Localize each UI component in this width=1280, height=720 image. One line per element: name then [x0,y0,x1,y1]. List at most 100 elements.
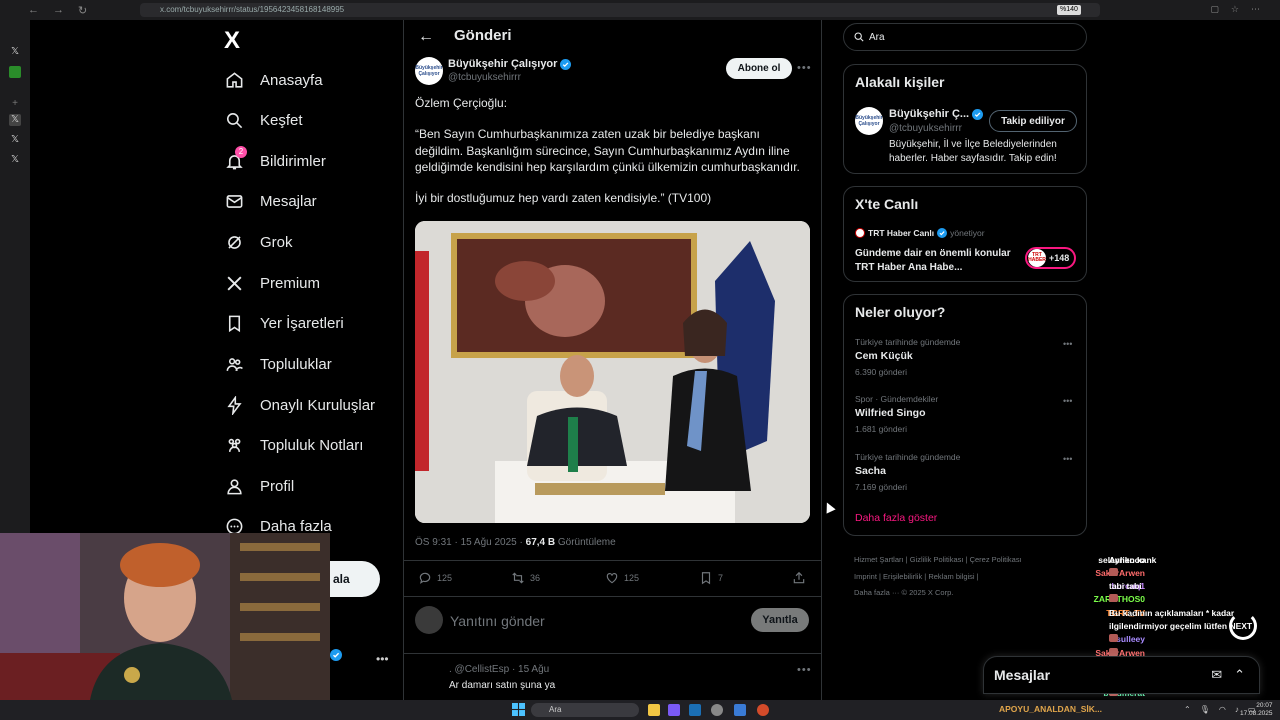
tab-x-active-icon[interactable]: 𝕏 [9,114,21,126]
related-people-card: Alakalı kişiler Büyükşehir Çalışıyor Büy… [843,64,1087,174]
windows-start-icon[interactable] [512,703,525,716]
nav-item-label: Topluluk Notları [260,436,364,454]
zoom-badge[interactable]: %140 [1057,5,1081,15]
back-icon[interactable]: ← [28,4,39,17]
mic-icon[interactable]: 🎙 [1200,705,1210,714]
share-action[interactable] [792,571,806,585]
reload-icon[interactable]: ↻ [78,4,87,17]
author-name[interactable]: Büyükşehir Çalışıyor [448,58,572,70]
account-more-icon[interactable]: ••• [376,652,389,666]
divider [404,653,821,654]
footer-line[interactable]: Hizmet Şartları | Gizlilik Politikası | … [854,552,1054,569]
show-more-link[interactable]: Daha fazla göster [855,512,937,524]
tray-chevron-icon[interactable]: ⌃ [1184,705,1191,714]
trend-name: Wilfried Singo [855,407,926,419]
related-name[interactable]: Büyükşehir Ç... [889,108,984,120]
trend-item[interactable]: Türkiye tarihinde gündemde Cem Küçük 6.390… [855,337,960,377]
nav-item-mail[interactable]: Mesajlar [224,186,317,216]
author-avatar[interactable]: Büyükşehir Çalışıyor [415,57,443,85]
chat-text: tabi tabi [1109,581,1142,591]
like-action[interactable]: 125 [605,571,639,585]
obs-icon[interactable] [711,704,723,716]
menu-icon[interactable]: ⋯ [1251,4,1260,15]
browser-icon[interactable] [757,704,769,716]
tab-x-icon[interactable]: 𝕏 [9,46,21,58]
star-icon[interactable]: ☆ [1231,4,1239,15]
card-title: Alakalı kişiler [855,74,945,90]
nav-item-communities[interactable]: Topluluklar [224,349,332,379]
loading-spinner-icon [1229,612,1257,640]
app-icon[interactable] [668,704,680,716]
volume-icon[interactable]: ♪ [1235,705,1239,714]
live-listeners-badge[interactable]: TRT HABER +148 [1025,247,1076,269]
taskbar-clock[interactable]: 20:07 17.08.2025 [1240,702,1273,718]
live-card: X'te Canlı TRT Haber Canlı yönetiyor Gün… [843,186,1087,282]
steam-icon[interactable] [689,704,701,716]
reply-submit-button[interactable]: Yanıtla [751,608,809,632]
community-notes-icon [224,435,244,455]
nav-item-bookmark[interactable]: Yer İşaretleri [224,308,344,338]
nav-item-person[interactable]: Profil [224,471,294,501]
following-button[interactable]: Takip ediliyor [989,110,1077,132]
reply-input[interactable]: Yanıtını gönder [450,613,545,629]
reply-author[interactable]: . @CellistEsp · 15 Ağu [449,664,549,675]
live-host[interactable]: TRT Haber Canlı yönetiyor [855,228,985,238]
search-input[interactable]: Ara [843,23,1087,51]
repost-action[interactable]: 36 [511,571,540,585]
chat-text [1109,568,1118,578]
user-avatar[interactable] [415,606,443,634]
nav-item-label: Keşfet [260,111,303,129]
tab-kick-icon[interactable] [9,66,21,78]
wifi-icon[interactable]: ◠ [1219,705,1226,714]
repost-icon [512,572,524,584]
app-icon[interactable] [734,704,746,716]
trend-more-icon[interactable]: ••• [1063,396,1072,406]
tab-x-icon[interactable]: 𝕏 [9,134,21,146]
forward-icon[interactable]: → [53,4,64,17]
chat-username[interactable]: sulleey [1116,634,1145,644]
bookmark-action[interactable]: 7 [699,571,723,585]
nav-item-grok[interactable]: Grok [224,227,293,257]
tweet-actions: 125 36 125 7 [415,571,810,587]
nav-item-lightning[interactable]: Onaylı Kuruluşlar [224,390,375,420]
trend-more-icon[interactable]: ••• [1063,339,1072,349]
nav-item-bell[interactable]: 2 Bildirimler [224,146,326,176]
nav-item-label: Profil [260,477,295,495]
extension-icon[interactable]: ▢ [1210,4,1219,15]
tweet-timestamp[interactable]: ÖS 9:31 · 15 Ağu 2025 · [415,537,526,548]
live-description[interactable]: Gündeme dair en önemli konular TRT Haber… [855,247,1015,274]
card-title: X'te Canlı [855,196,919,212]
nav-item-x-logo[interactable]: Premium [224,268,320,298]
nav-item-home[interactable]: Anasayfa [224,65,323,95]
expand-icon[interactable]: ⌃ [1234,667,1245,683]
reply-action[interactable]: 125 [418,571,452,585]
share-icon [793,571,805,584]
more-options-icon[interactable]: ••• [797,62,812,74]
trend-more-icon[interactable]: ••• [1063,454,1072,464]
file-explorer-icon[interactable] [648,704,660,716]
post-button[interactable]: ala [330,561,380,597]
footer-line[interactable]: Imprint | Erişilebilirlik | Reklam bilgi… [854,569,1054,586]
back-arrow-icon[interactable]: ← [418,28,434,46]
nav-item-community-notes[interactable]: Topluluk Notları [224,430,363,460]
related-avatar[interactable]: Büyükşehir Çalışıyor [855,107,883,135]
reply-more-icon[interactable]: ••• [797,664,812,676]
taskbar-search[interactable]: Ara [531,703,639,717]
messages-dock[interactable]: Mesajlar ✉ ⌃ [983,656,1260,694]
chat-username[interactable]: SakurArwen [1095,568,1145,578]
tweet-photo[interactable] [415,221,810,523]
trend-item[interactable]: Spor · Gündemdekiler Wilfried Singo 1.681 … [855,394,938,434]
related-handle[interactable]: @tcbuyuksehirrr [889,123,962,134]
tab-x-icon[interactable]: 𝕏 [9,154,21,166]
nav-item-search[interactable]: Keşfet [224,105,303,135]
trend-item[interactable]: Türkiye tarihinde gündemde Sacha 7.169 gön… [855,452,960,492]
nav-item-label: Grok [260,233,293,251]
footer-line[interactable]: Daha fazla ··· © 2025 X Corp. [854,585,1054,602]
new-tab-icon[interactable]: + [9,98,21,110]
address-bar[interactable]: x.com/tcbuyuksehirrr/status/195642345816… [140,3,1100,17]
chat-username[interactable]: ZARATHOS0 [1094,594,1145,604]
subscribe-button[interactable]: Abone ol [726,58,792,79]
new-message-icon[interactable]: ✉ [1211,667,1222,683]
x-logo[interactable]: X [224,27,240,55]
author-handle[interactable]: @tcbuyuksehirrr [448,72,521,83]
